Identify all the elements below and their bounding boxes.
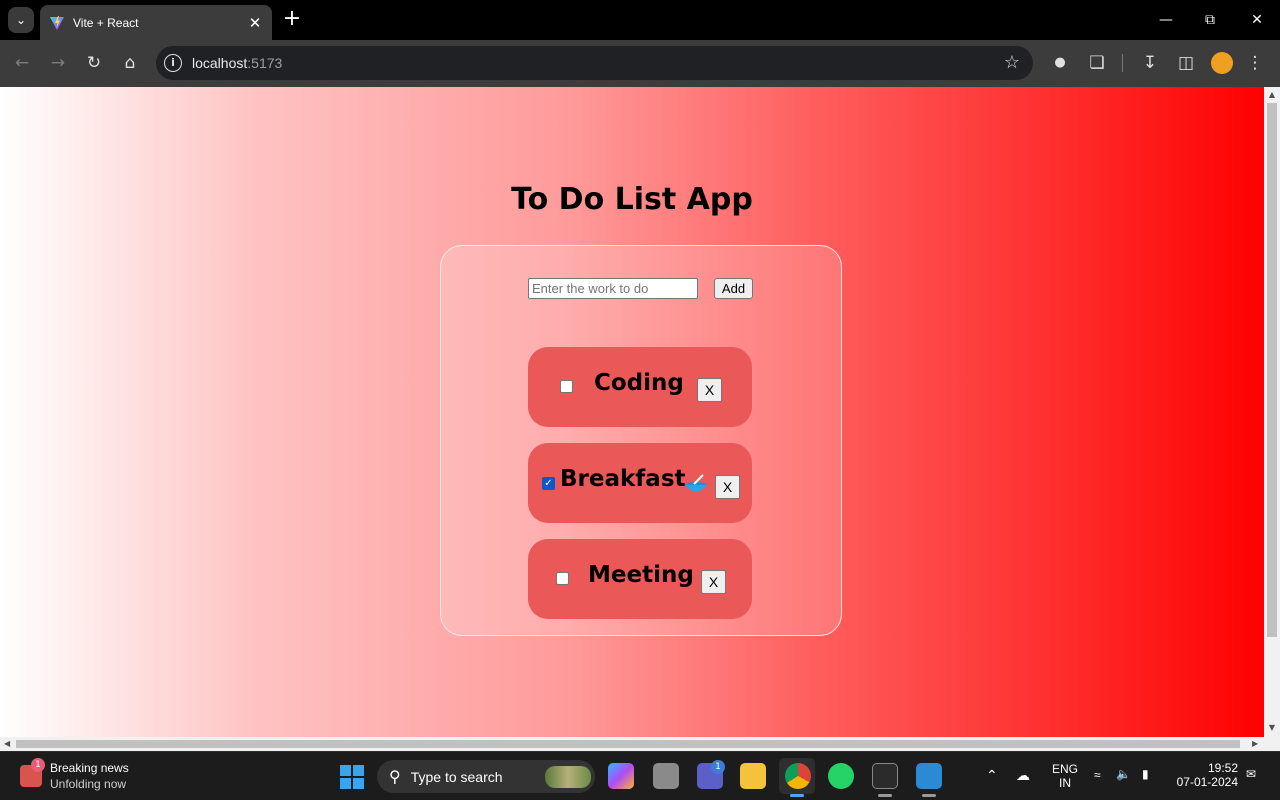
file-explorer-icon[interactable] (740, 763, 766, 789)
tray-overflow-chevron-icon[interactable]: ⌃ (986, 767, 998, 784)
address-bar[interactable]: i localhost:5173 ☆ (156, 46, 1033, 80)
back-icon[interactable]: ← (10, 51, 34, 75)
extensions-icon[interactable]: ❏ (1085, 51, 1109, 75)
scroll-right-icon[interactable]: ▶ (1252, 739, 1258, 748)
task-label: Coding (594, 370, 684, 396)
vertical-scrollbar[interactable]: ▲ ▼ (1264, 87, 1280, 737)
side-panel-icon[interactable]: ◫ (1174, 51, 1198, 75)
url-port: :5173 (247, 55, 283, 71)
windows-taskbar: 1 Breaking news Unfolding now ⚲ Type to … (0, 751, 1280, 800)
vscode-icon[interactable] (916, 763, 942, 789)
toolbar-divider (1122, 54, 1123, 72)
news-badge: 1 (31, 758, 45, 772)
task-item-coding: Coding X (528, 347, 752, 427)
tab-title: Vite + React (73, 15, 139, 30)
language-code: ENG (1051, 762, 1078, 776)
bowl-icon (685, 474, 707, 492)
forward-icon[interactable]: → (46, 51, 70, 75)
task-label: Meeting (588, 562, 694, 588)
news-subtitle[interactable]: Unfolding now (50, 777, 126, 791)
vscode-running-indicator (922, 794, 936, 797)
task-item-meeting: Meeting X (528, 539, 752, 619)
horizontal-scrollbar[interactable]: ◀ ▶ (0, 737, 1280, 751)
page-title: To Do List App (511, 182, 753, 217)
terminal-running-indicator (878, 794, 892, 797)
profile-avatar[interactable] (1211, 52, 1233, 74)
active-tab[interactable]: Vite + React ✕ (40, 5, 272, 40)
region-code: IN (1059, 776, 1071, 790)
site-info-icon[interactable]: i (164, 54, 182, 72)
news-title[interactable]: Breaking news (50, 761, 129, 775)
reload-icon[interactable]: ↻ (82, 51, 106, 75)
scroll-down-icon[interactable]: ▼ (1267, 723, 1277, 732)
battery-icon[interactable]: ▮ (1142, 767, 1149, 781)
chrome-icon[interactable] (785, 763, 811, 789)
onedrive-cloud-icon[interactable]: ☁ (1016, 767, 1030, 784)
delete-task-button[interactable]: X (701, 570, 726, 594)
download-icon[interactable]: ↧ (1138, 51, 1162, 75)
scroll-up-icon[interactable]: ▲ (1267, 90, 1277, 99)
volume-icon[interactable]: 🔈 (1116, 767, 1131, 781)
notification-bell-icon[interactable]: ✉ (1246, 767, 1256, 781)
clock-time: 19:52 (1207, 761, 1238, 775)
whatsapp-icon[interactable] (828, 763, 854, 789)
minimize-icon[interactable]: — (1151, 8, 1181, 32)
vite-logo-icon (50, 15, 64, 30)
bookmark-star-icon[interactable]: ☆ (1004, 52, 1020, 73)
tab-close-icon[interactable]: ✕ (244, 14, 266, 32)
scroll-left-icon[interactable]: ◀ (4, 739, 10, 748)
task-checkbox[interactable] (560, 380, 573, 393)
url-host: localhost (192, 55, 248, 71)
new-tab-button[interactable]: + (280, 8, 304, 32)
clock-date: 07-01-2024 (1176, 775, 1238, 789)
clock[interactable]: 19:52 07-01-2024 (1172, 761, 1238, 789)
search-highlight-image (545, 766, 591, 788)
tab-search-dropdown-icon[interactable]: ⌄ (8, 7, 34, 33)
task-input[interactable] (528, 278, 698, 299)
copilot-icon[interactable] (608, 763, 634, 789)
menu-kebab-icon[interactable]: ⋮ (1243, 51, 1267, 75)
horizontal-scroll-thumb[interactable] (16, 740, 1240, 748)
taskbar-search[interactable]: ⚲ Type to search (377, 760, 595, 793)
delete-task-button[interactable]: X (715, 475, 740, 499)
chrome-running-indicator (790, 794, 804, 797)
terminal-icon[interactable] (872, 763, 898, 789)
task-item-breakfast: ✓ Breakfast X (528, 443, 752, 523)
home-icon[interactable]: ⌂ (118, 51, 142, 75)
tab-strip: ⌄ Vite + React ✕ + — ⧉ ✕ (0, 0, 1280, 40)
search-placeholder: Type to search (410, 768, 503, 785)
task-label: Breakfast (560, 466, 686, 492)
windows-start-icon[interactable] (340, 765, 364, 789)
teams-badge: 1 (711, 760, 725, 774)
extension-puzzle-dim-icon[interactable]: ● (1048, 51, 1072, 75)
vertical-scroll-thumb[interactable] (1267, 103, 1277, 637)
delete-task-button[interactable]: X (697, 378, 722, 402)
wifi-icon[interactable]: ≈ (1094, 768, 1101, 782)
close-window-icon[interactable]: ✕ (1242, 8, 1272, 32)
restore-icon[interactable]: ⧉ (1195, 8, 1225, 32)
search-icon: ⚲ (389, 767, 401, 786)
task-view-icon[interactable] (653, 763, 679, 789)
browser-toolbar: ← → ↻ ⌂ i localhost:5173 ☆ ● ❏ ↧ ◫ ⋮ (0, 40, 1280, 87)
add-button[interactable]: Add (714, 278, 753, 299)
language-indicator[interactable]: ENG IN (1050, 762, 1080, 790)
task-checkbox-checked[interactable]: ✓ (542, 477, 555, 490)
task-checkbox[interactable] (556, 572, 569, 585)
